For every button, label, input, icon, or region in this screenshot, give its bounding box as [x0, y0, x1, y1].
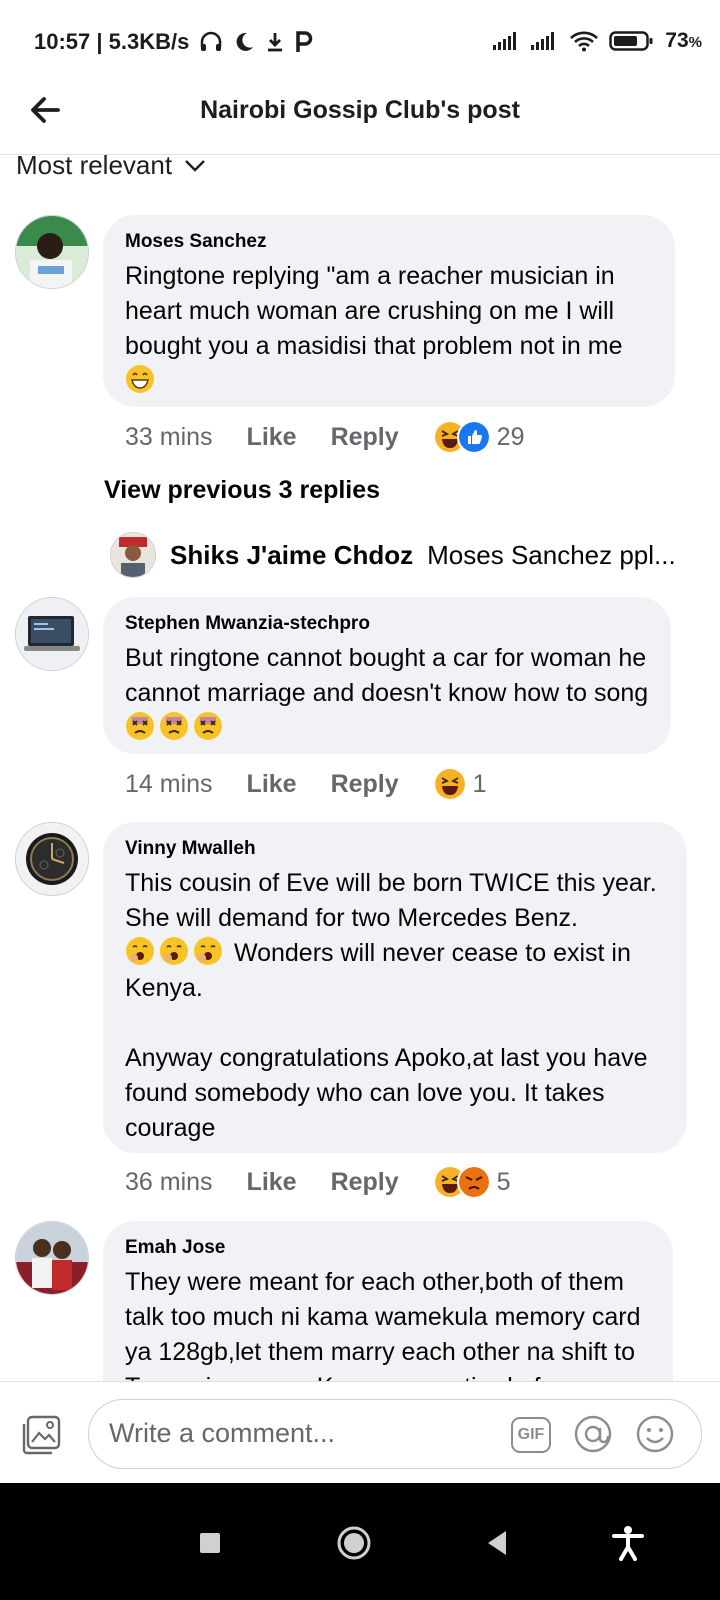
reply-author: Shiks J'aime Chdoz: [170, 539, 414, 570]
comment-text-body: This cousin of Eve will be born TWICE th…: [125, 869, 664, 932]
sort-label: Most relevant: [16, 150, 173, 180]
comment-clip: Emah Jose They were meant for each other…: [0, 1221, 720, 1381]
avatar[interactable]: [15, 822, 89, 896]
yawning-emoji-icon: [126, 937, 154, 965]
battery-level: 73: [665, 29, 689, 52]
reply-button[interactable]: Reply: [331, 1168, 399, 1197]
accessibility-icon[interactable]: [608, 1523, 648, 1563]
system-nav-bar: [0, 1483, 720, 1600]
reaction-summary[interactable]: 5: [432, 1165, 511, 1199]
avatar-image: [111, 533, 155, 577]
mention-icon[interactable]: [573, 1414, 613, 1454]
comment-time: 33 mins: [125, 422, 213, 451]
status-time: 10:57: [34, 29, 91, 54]
signal-icon: [493, 32, 517, 50]
comment-meta: 33 mins Like Reply 29: [125, 420, 524, 454]
comment-text-body: Anyway congratulations Apoko,at last you…: [125, 1044, 655, 1142]
comment-time: 14 mins: [125, 769, 213, 798]
comment-text: This cousin of Eve will be born TWICE th…: [125, 866, 665, 1146]
recents-icon[interactable]: [190, 1523, 230, 1563]
battery-icon: [609, 31, 653, 51]
dizzy-face-emoji-icon: [160, 712, 188, 740]
home-icon[interactable]: [334, 1523, 374, 1563]
comment-author[interactable]: Vinny Mwalleh: [125, 838, 665, 860]
comment-bubble: Stephen Mwanzia-stechpro But ringtone ca…: [103, 597, 671, 754]
like-button[interactable]: Like: [247, 770, 297, 799]
like-button[interactable]: Like: [247, 423, 297, 452]
p-icon: [296, 31, 313, 52]
headphones-icon: [201, 31, 222, 51]
comment-text: They were meant for each other,both of t…: [125, 1268, 641, 1381]
comment-text: Ringtone replying "am a reacher musician…: [125, 259, 653, 399]
comment-bubble: Emah Jose They were meant for each other…: [103, 1221, 673, 1381]
emoji-icon[interactable]: [635, 1414, 675, 1454]
dizzy-face-emoji-icon: [126, 712, 154, 740]
latest-reply[interactable]: Shiks J'aime Chdoz Moses Sanchez ppl...: [110, 532, 676, 578]
comment-author[interactable]: Moses Sanchez: [125, 231, 653, 253]
post-header: Nairobi Gossip Club's post: [0, 80, 720, 155]
avatar[interactable]: [15, 597, 89, 671]
comment-bubble: Vinny Mwalleh This cousin of Eve will be…: [103, 822, 687, 1153]
dizzy-face-emoji-icon: [194, 712, 222, 740]
like-button[interactable]: Like: [247, 1168, 297, 1197]
chevron-down-icon: [185, 159, 205, 172]
view-previous-replies-link[interactable]: View previous 3 replies: [104, 476, 380, 505]
reaction-summary[interactable]: 1: [432, 767, 487, 801]
download-icon: [268, 33, 283, 52]
status-speed: 5.3KB/s: [108, 29, 190, 54]
comment-text: But ringtone cannot bought a car for wom…: [125, 641, 649, 746]
comment-meta: 14 mins Like Reply 1: [125, 767, 487, 801]
reply-button[interactable]: Reply: [331, 423, 399, 452]
signal-icon: [531, 32, 555, 50]
avatar-image: [16, 823, 88, 895]
photo-icon[interactable]: [20, 1414, 62, 1456]
page-title: Nairobi Gossip Club's post: [200, 96, 520, 124]
reaction-count: 1: [472, 769, 487, 798]
status-left: 10:57 | 5.3KB/s: [34, 29, 313, 55]
comment-text-body: Ringtone replying "am a reacher musician…: [125, 262, 623, 360]
like-reaction-icon: [456, 420, 491, 454]
moon-icon: [236, 32, 254, 51]
reply-preview: Moses Sanchez ppl...: [427, 539, 676, 570]
comment-time: 36 mins: [125, 1167, 213, 1196]
reply-button[interactable]: Reply: [331, 770, 399, 799]
reaction-summary[interactable]: 29: [432, 420, 525, 454]
comment-composer: Write a comment... GIF: [0, 1381, 720, 1484]
reaction-count: 5: [496, 1167, 511, 1196]
comment-placeholder: Write a comment...: [109, 1418, 336, 1448]
comment-meta: 36 mins Like Reply 5: [125, 1165, 511, 1199]
back-icon[interactable]: [478, 1523, 518, 1563]
comment-bubble: Moses Sanchez Ringtone replying "am a re…: [103, 215, 675, 407]
comment-author[interactable]: Emah Jose: [125, 1237, 651, 1259]
haha-reaction-icon: [432, 767, 467, 801]
reaction-count: 29: [496, 422, 525, 451]
comment-text-body: But ringtone cannot bought a car for wom…: [125, 644, 654, 707]
yawning-emoji-icon: [160, 937, 188, 965]
avatar-image: [16, 598, 88, 670]
angry-reaction-icon: [456, 1165, 491, 1199]
avatar: [110, 532, 156, 578]
grinning-emoji-icon: [126, 365, 154, 393]
comment-input[interactable]: Write a comment... GIF: [88, 1399, 702, 1469]
gif-button[interactable]: GIF: [511, 1417, 551, 1453]
wifi-icon: [570, 31, 599, 52]
sort-selector[interactable]: Most relevant: [16, 150, 206, 181]
status-bar: 10:57 | 5.3KB/s 73%: [0, 0, 720, 80]
comment-author[interactable]: Stephen Mwanzia-stechpro: [125, 613, 649, 635]
battery-unit: %: [688, 34, 702, 51]
avatar-image: [16, 216, 88, 288]
avatar[interactable]: [15, 215, 89, 289]
yawning-emoji-icon: [194, 937, 222, 965]
status-right: 73%: [493, 29, 702, 53]
